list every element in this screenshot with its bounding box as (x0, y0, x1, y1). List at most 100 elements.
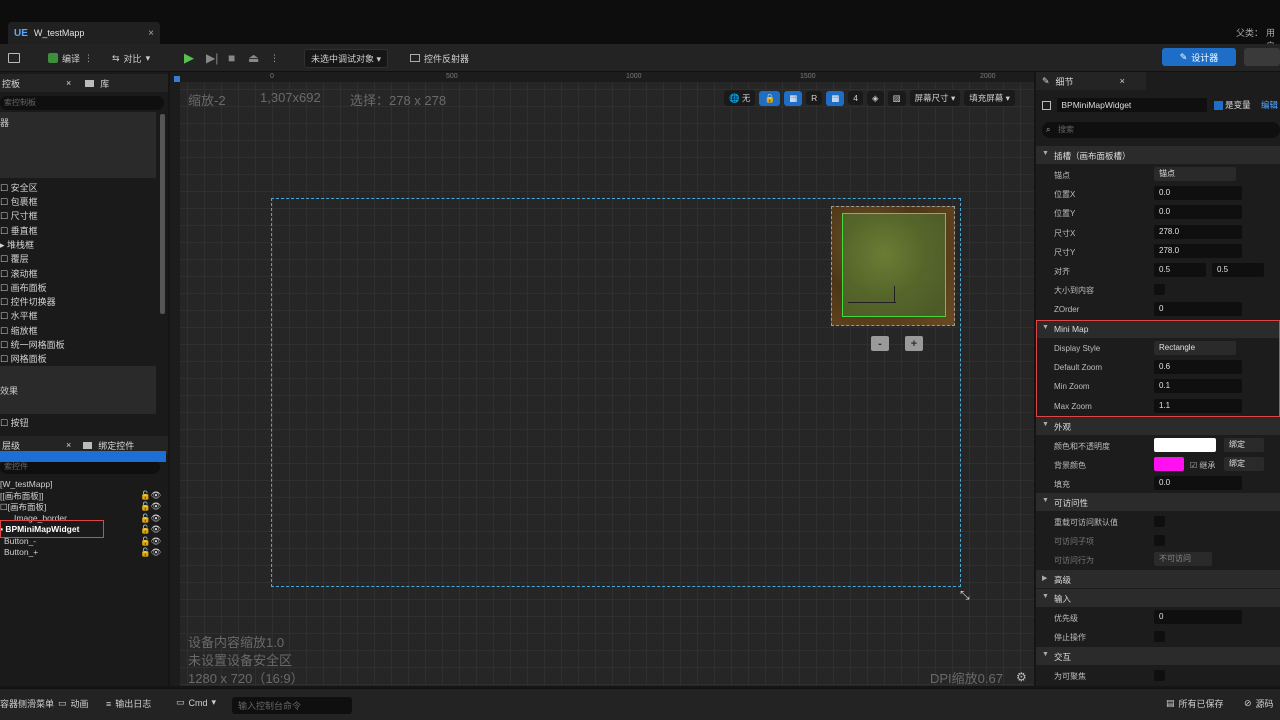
palette-item[interactable]: ☐ 网格面板 (0, 352, 47, 365)
section-input[interactable]: ▼ 输入 (1036, 589, 1280, 607)
step-button[interactable]: ▶| (206, 50, 218, 66)
palette-item[interactable]: ☐ 控件切换器 (0, 295, 56, 308)
widget-reflector-button[interactable]: 控件反射器 (410, 50, 469, 66)
bind-dropdown[interactable]: 绑定 (1224, 438, 1264, 452)
section-advanced[interactable]: ▶ 高级 (1036, 570, 1280, 588)
section-interaction[interactable]: ▼ 交互 (1036, 647, 1280, 665)
r-toggle[interactable]: R (806, 91, 823, 105)
document-tab[interactable]: UE W_testMapp × (8, 22, 160, 44)
console-input[interactable]: 输入控制台命令 (232, 697, 352, 714)
content-drawer-button[interactable]: 容器侧滑菜单 (0, 697, 54, 710)
designer-viewport[interactable]: 0 500 1000 1500 2000 缩放-2 1,307x692 选择：2… (170, 72, 1034, 686)
lock-eye-icons[interactable]: 🔓👁 (140, 501, 161, 512)
graph-mode-button[interactable] (1244, 48, 1280, 66)
priority-input[interactable]: 0 (1154, 610, 1242, 624)
palette-item[interactable]: ☐ 垂直框 (0, 224, 38, 237)
inherit-checkbox[interactable]: ☑ 继承 (1190, 460, 1215, 471)
source-control-button[interactable]: ⊘ 源码 (1244, 697, 1274, 710)
align-y-input[interactable]: 0.5 (1212, 263, 1264, 277)
zoom-out-button[interactable]: - (871, 336, 889, 351)
color-swatch-white[interactable] (1154, 438, 1216, 452)
close-icon[interactable]: × (148, 28, 154, 39)
palette-item[interactable]: ☐ 缩放框 (0, 324, 38, 337)
hierarchy-search-input[interactable]: 索控件 (0, 460, 160, 474)
hierarchy-item[interactable]: [W_testMapp] (0, 479, 52, 489)
zoom-in-button[interactable]: + (905, 336, 923, 351)
pos-y-input[interactable]: 0.0 (1154, 205, 1242, 219)
section-slot[interactable]: ▼ 插槽（画布面板槽） (1036, 146, 1280, 164)
palette-item[interactable]: ▸ 堆栈框 (0, 238, 34, 251)
image-icon[interactable]: ▨ (887, 90, 906, 106)
save-icon[interactable] (8, 50, 20, 66)
lock-eye-icons[interactable]: 🔓👁 (140, 536, 161, 547)
anchor-dropdown[interactable]: 锚点 (1154, 167, 1236, 181)
lock-eye-icons[interactable]: 🔓👁 (140, 524, 161, 535)
size-y-input[interactable]: 278.0 (1154, 244, 1242, 258)
play-button[interactable]: ▶ (184, 50, 194, 66)
more-icon[interactable]: ⋮ (84, 53, 93, 64)
lock-eye-icons[interactable]: 🔓👁 (140, 490, 161, 501)
debug-target-dropdown[interactable]: 未选中调试对象 ▾ (304, 48, 389, 68)
palette-item[interactable]: ☐ 覆层 (0, 252, 29, 265)
override-accessible-checkbox[interactable] (1154, 516, 1165, 527)
align-x-input[interactable]: 0.5 (1154, 263, 1206, 277)
section-accessibility[interactable]: ▼ 可访问性 (1036, 493, 1280, 511)
resize-handle-icon[interactable]: ⤡ (960, 588, 970, 603)
tab-hierarchy[interactable]: 层级 (2, 439, 20, 452)
palette-item[interactable]: ☐ 尺寸框 (0, 209, 38, 222)
size-x-input[interactable]: 278.0 (1154, 225, 1242, 239)
palette-scrollbar[interactable] (160, 114, 165, 314)
tab-library[interactable]: 库 (100, 77, 109, 90)
lock-eye-icons[interactable]: 🔓👁 (140, 513, 161, 524)
preview-icon[interactable]: ◈ (867, 90, 884, 106)
compile-button[interactable]: 编译 ⋮ (48, 50, 93, 66)
close-icon[interactable]: × (1120, 76, 1125, 86)
color-swatch-magenta[interactable] (1154, 457, 1184, 471)
stop-action-checkbox[interactable] (1154, 631, 1165, 642)
designer-mode-button[interactable]: ✎ 设计器 (1162, 48, 1236, 66)
focusable-checkbox[interactable] (1154, 670, 1165, 681)
accessible-behavior-dropdown[interactable]: 不可访问 (1154, 552, 1212, 566)
close-icon[interactable]: × (66, 78, 71, 88)
bind-dropdown[interactable]: 绑定 (1224, 457, 1264, 471)
all-saved-button[interactable]: ▤ 所有已保存 (1166, 697, 1224, 710)
widget-name-input[interactable]: BPMiniMapWidget (1057, 98, 1208, 112)
palette-item[interactable]: ☐ 画布面板 (0, 281, 47, 294)
palette-item[interactable]: ☐ 滚动框 (0, 267, 38, 280)
lock-toggle[interactable]: 🔒 (759, 90, 781, 106)
fill-screen-dropdown[interactable]: 填充屏幕 ▾ (964, 90, 1015, 106)
details-search-input[interactable]: 搜索 (1042, 122, 1280, 138)
zorder-input[interactable]: 0 (1154, 302, 1242, 316)
palette-item[interactable]: ☐ 安全区 (0, 181, 38, 194)
lock-eye-icons[interactable]: 🔓👁 (140, 547, 161, 558)
output-log-button[interactable]: ≡ 输出日志 (106, 697, 151, 710)
play-options-icon[interactable]: ⋮ (270, 50, 279, 66)
is-variable-checkbox[interactable] (1213, 101, 1223, 111)
hierarchy-item[interactable]: ☐[画布面板] (0, 501, 46, 513)
diff-button[interactable]: ⇆ 对比 ▾ (112, 50, 150, 66)
palette-search-input[interactable]: 索控制板 (0, 96, 164, 110)
section-appearance[interactable]: ▼ 外观 (1036, 417, 1280, 435)
grid-snap-icon[interactable]: ▦ (826, 90, 845, 106)
tab-details[interactable]: ✎ 细节 × (1036, 72, 1146, 90)
edit-link[interactable]: 编辑 (1261, 100, 1278, 110)
cmd-dropdown[interactable]: ▭ Cmd ▾ (176, 697, 216, 708)
size-to-content-checkbox[interactable] (1154, 284, 1165, 295)
stop-button[interactable]: ■ (228, 50, 235, 66)
eject-button[interactable]: ⏏ (248, 50, 259, 66)
accessible-children-checkbox[interactable] (1154, 535, 1165, 546)
palette-item[interactable]: ☐ 水平框 (0, 309, 38, 322)
close-icon[interactable]: × (66, 440, 71, 450)
palette-item-button[interactable]: ☐ 按钮 (0, 416, 29, 429)
palette-item[interactable]: ☐ 统一网格面板 (0, 338, 65, 351)
tab-palette[interactable]: 控板 (2, 77, 20, 90)
pos-x-input[interactable]: 0.0 (1154, 186, 1242, 200)
tab-bind-widgets[interactable]: 绑定控件 (98, 439, 134, 452)
animation-button[interactable]: ▭ 动画 (58, 697, 89, 710)
palette-item[interactable]: ☐ 包裹框 (0, 195, 38, 208)
screen-size-dropdown[interactable]: 屏幕尺寸 ▾ (909, 90, 961, 106)
padding-input[interactable]: 0.0 (1154, 476, 1242, 490)
locale-button[interactable]: 🌐 无 (724, 90, 756, 106)
respect-lock-icon[interactable]: ▦ (784, 90, 803, 106)
grid-size-value[interactable]: 4 (848, 91, 863, 105)
